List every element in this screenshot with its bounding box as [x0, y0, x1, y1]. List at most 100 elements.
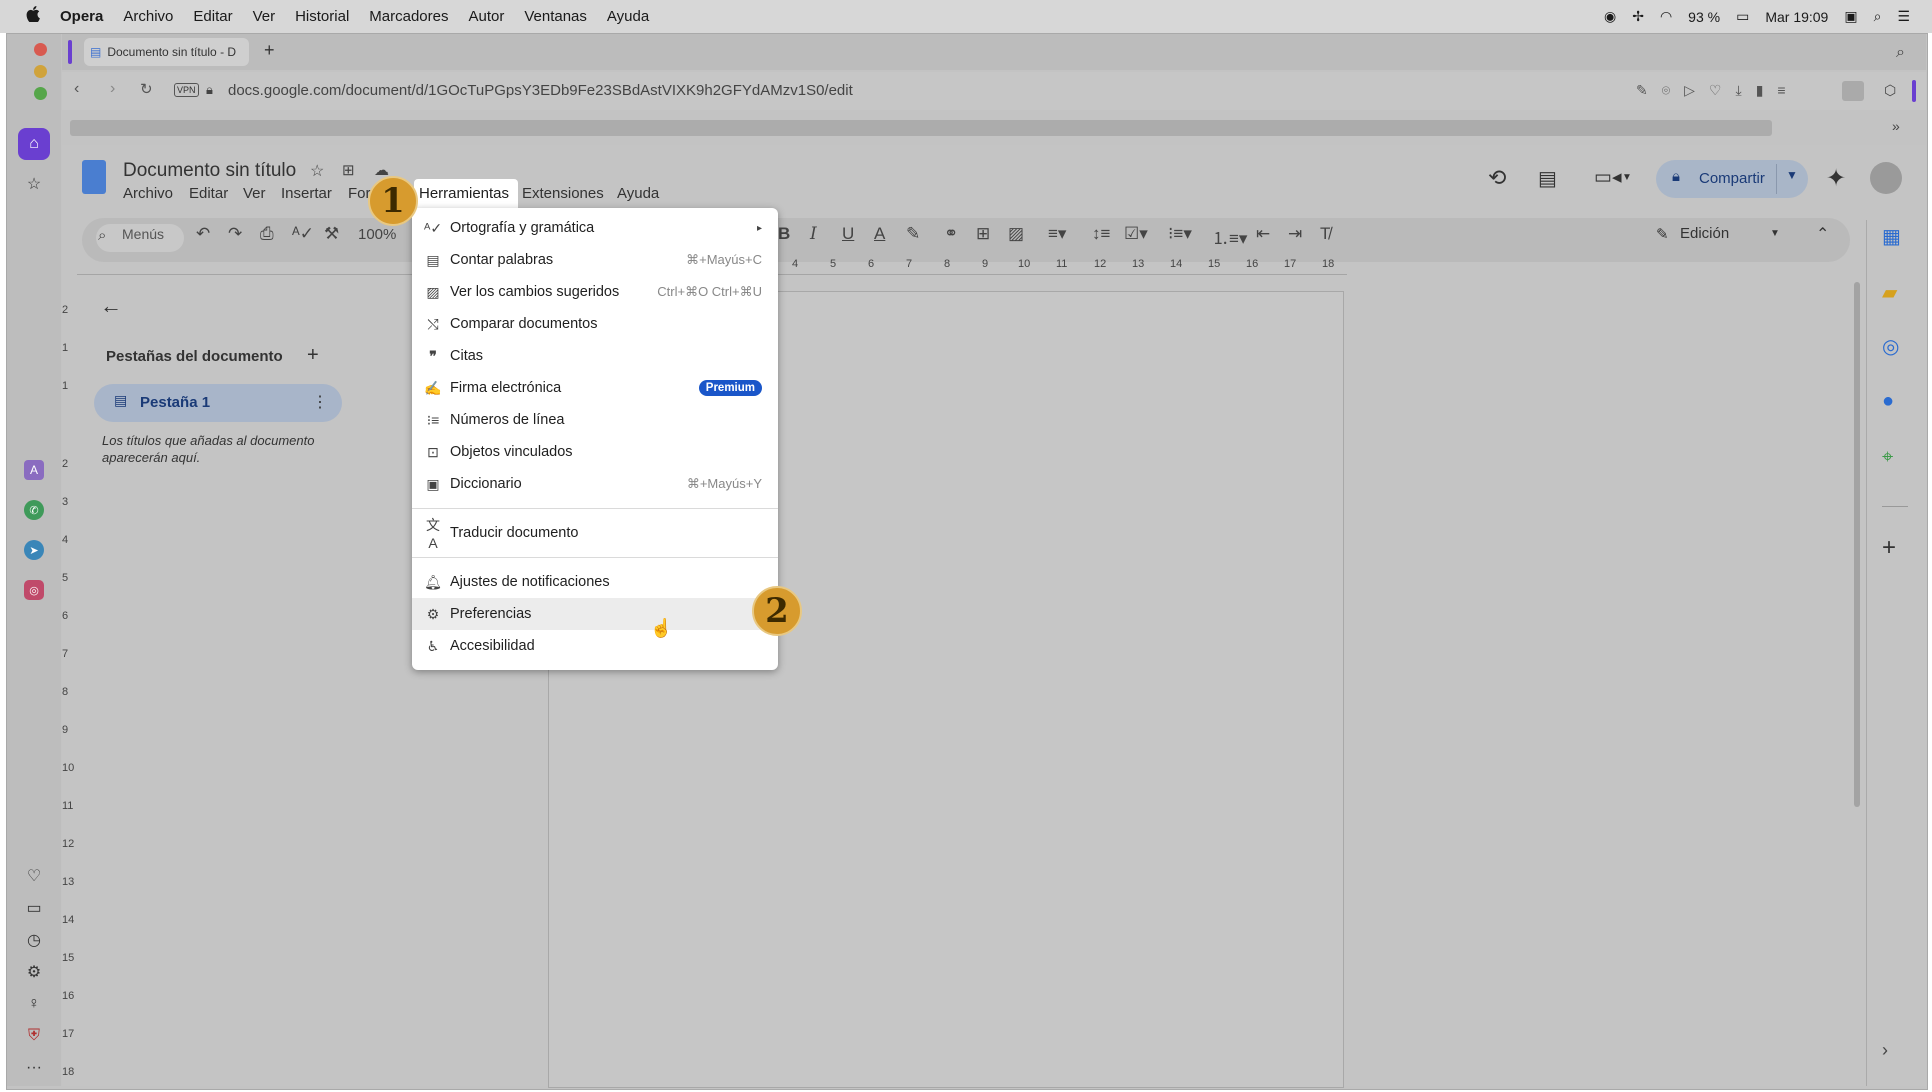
menu-item-citas[interactable]: ❞ Citas — [412, 340, 778, 372]
document-title[interactable]: Documento sin título — [123, 160, 296, 182]
download-icon[interactable]: ⤓ — [1735, 82, 1755, 98]
edit-mode-dropdown-icon[interactable]: ▼ — [1770, 228, 1780, 239]
whatsapp-icon[interactable]: ✆ — [24, 500, 44, 520]
menu-item-accesibilidad[interactable]: ♿︎ Accesibilidad — [412, 630, 778, 662]
url-field[interactable]: docs.google.com/document/d/1GOcTuPGpsY3E… — [228, 82, 853, 99]
menu-item-diccionario[interactable]: ▣ Diccionario ⌘+Mayús+Y — [412, 468, 778, 500]
docs-menu-ayuda[interactable]: Ayuda — [617, 185, 659, 202]
more-vert-icon[interactable]: ⋮ — [312, 392, 328, 412]
settings-icon[interactable]: ⚙ — [24, 962, 44, 982]
easy-setup-icon[interactable]: ≡ — [1777, 82, 1799, 98]
battery-icon[interactable]: ▭ — [1736, 8, 1749, 25]
vertical-ruler[interactable]: 2 1 1 2 3 4 5 6 7 8 9 10 11 12 13 14 15 … — [62, 290, 76, 1080]
menu-item-comparar[interactable]: ⤭ Comparar documentos — [412, 308, 778, 340]
menubar-app-name[interactable]: Opera — [60, 8, 103, 25]
clock[interactable]: Mar 19:09 — [1765, 9, 1828, 25]
telegram-icon[interactable]: ➤ — [24, 540, 44, 560]
share-dropdown-icon[interactable]: ▼ — [1786, 168, 1798, 182]
redo-icon[interactable]: ↷ — [228, 224, 242, 244]
spellcheck-icon[interactable]: ᴬ✓ — [292, 224, 314, 244]
meet-icon[interactable]: ▭◂ — [1594, 166, 1622, 189]
menu-item-objetos-vinculados[interactable]: ⊡ Objetos vinculados — [412, 436, 778, 468]
zoom-select[interactable]: 100% — [358, 226, 396, 243]
cube-icon[interactable]: ⬡ — [1884, 82, 1896, 99]
link-icon[interactable]: ⚭ — [944, 224, 958, 244]
numbered-list-icon[interactable]: ⒈≡▾ — [1212, 224, 1247, 249]
star-icon[interactable]: ☆ — [24, 174, 44, 194]
spotlight-icon[interactable]: ⌕ — [1874, 8, 1882, 25]
browser-tab[interactable]: ▤ Documento sin título - D — [84, 38, 249, 66]
forward-icon[interactable]: › — [110, 80, 115, 98]
add-comment-icon[interactable]: ⊞ — [976, 224, 990, 244]
tab-search-icon[interactable]: ⌕ — [1896, 44, 1905, 62]
vpn-badge[interactable]: VPN — [174, 83, 199, 97]
move-folder-icon[interactable]: ⊞ — [342, 161, 355, 179]
line-spacing-icon[interactable]: ↕≡ — [1092, 224, 1110, 244]
version-history-icon[interactable]: ⟲ — [1488, 165, 1506, 191]
menu-item-cambios-sugeridos[interactable]: ▨ Ver los cambios sugeridos Ctrl+⌘O Ctrl… — [412, 276, 778, 308]
new-tab-button[interactable]: + — [264, 40, 275, 61]
menubar-item-ventanas[interactable]: Ventanas — [524, 8, 587, 25]
italic-icon[interactable]: I — [810, 224, 817, 244]
meet-dropdown-icon[interactable]: ▼ — [1622, 172, 1632, 183]
decrease-indent-icon[interactable]: ⇤ — [1256, 224, 1270, 244]
add-tab-button[interactable]: + — [307, 344, 319, 367]
reload-icon[interactable]: ↻ — [140, 80, 153, 98]
expand-side-panel-icon[interactable]: › — [1882, 1040, 1888, 1061]
apple-menu-icon[interactable] — [26, 6, 40, 27]
menu-item-preferencias[interactable]: ⚙ Preferencias — [412, 598, 778, 630]
docs-menu-editar[interactable]: Editar — [189, 185, 228, 202]
collapse-menus-icon[interactable]: ⌃ — [1816, 224, 1829, 244]
record-icon[interactable]: ◉ — [1604, 8, 1616, 25]
avatar[interactable] — [1870, 162, 1902, 194]
menubar-item-editar[interactable]: Editar — [193, 8, 232, 25]
print-icon[interactable]: ⎙ — [260, 224, 274, 244]
align-icon[interactable]: ≡▾ — [1048, 224, 1066, 244]
minimize-window-icon[interactable] — [34, 65, 47, 78]
menubar-item-ver[interactable]: Ver — [253, 8, 276, 25]
menubar-item-archivo[interactable]: Archivo — [123, 8, 173, 25]
aria-icon[interactable]: A — [24, 460, 44, 480]
highlight-icon[interactable]: ✎ — [906, 224, 920, 244]
menubar-item-marcadores[interactable]: Marcadores — [369, 8, 448, 25]
insert-image-icon[interactable]: ▨ — [1008, 224, 1024, 244]
tips-icon[interactable]: ♀ — [24, 994, 44, 1014]
adblock-icon[interactable]: ⛨ — [24, 1026, 44, 1046]
docs-menu-extensiones[interactable]: Extensiones — [522, 185, 604, 202]
menubar-item-ayuda[interactable]: Ayuda — [607, 8, 649, 25]
heart-icon[interactable]: ♡ — [1709, 82, 1736, 98]
wifi-icon[interactable]: ◠ — [1660, 8, 1672, 25]
gemini-icon[interactable]: ✦ — [1826, 164, 1846, 193]
docs-menu-insertar[interactable]: Insertar — [281, 185, 332, 202]
checklist-icon[interactable]: ☑▾ — [1124, 224, 1148, 244]
menubar-item-historial[interactable]: Historial — [295, 8, 349, 25]
menubar-item-autor[interactable]: Autor — [468, 8, 504, 25]
player-icon[interactable]: ▭ — [24, 898, 44, 918]
keep-icon[interactable]: ▰ — [1882, 280, 1897, 305]
edit-icon[interactable]: ✎ — [1636, 82, 1662, 98]
play-icon[interactable]: ▷ — [1684, 82, 1709, 98]
instagram-icon[interactable]: ◎ — [24, 580, 44, 600]
docs-menu-archivo[interactable]: Archivo — [123, 185, 173, 202]
battery-saver-icon[interactable]: ▮ — [1756, 82, 1778, 98]
undo-icon[interactable]: ↶ — [196, 224, 210, 244]
contacts-icon[interactable]: ● — [1882, 390, 1894, 413]
history-icon[interactable]: ◷ — [24, 930, 44, 950]
underline-icon[interactable]: U — [842, 224, 854, 244]
back-icon[interactable]: ‹ — [74, 80, 79, 98]
document-tab-item[interactable] — [94, 384, 342, 422]
editing-mode-select[interactable]: Edición — [1680, 225, 1729, 242]
close-window-icon[interactable] — [34, 43, 47, 56]
menu-item-contar-palabras[interactable]: ▤ Contar palabras ⌘+Mayús+C — [412, 244, 778, 276]
heart-icon[interactable]: ♡ — [24, 866, 44, 886]
menu-item-ortografia[interactable]: ᴬ✓ Ortografía y gramática ▸ — [412, 212, 778, 244]
docs-menu-ver[interactable]: Ver — [243, 185, 266, 202]
home-icon[interactable]: ⌂ — [18, 128, 50, 160]
maximize-window-icon[interactable] — [34, 87, 47, 100]
extension-icon[interactable]: ✢ — [1632, 8, 1644, 25]
text-color-icon[interactable]: A — [874, 224, 885, 244]
maps-icon[interactable]: ⌖ — [1882, 446, 1893, 469]
menu-item-notificaciones[interactable]: 🔔︎ Ajustes de notificaciones — [412, 566, 778, 598]
clear-formatting-icon[interactable]: T̸ — [1320, 224, 1330, 244]
extension-placeholder[interactable] — [1842, 81, 1864, 101]
